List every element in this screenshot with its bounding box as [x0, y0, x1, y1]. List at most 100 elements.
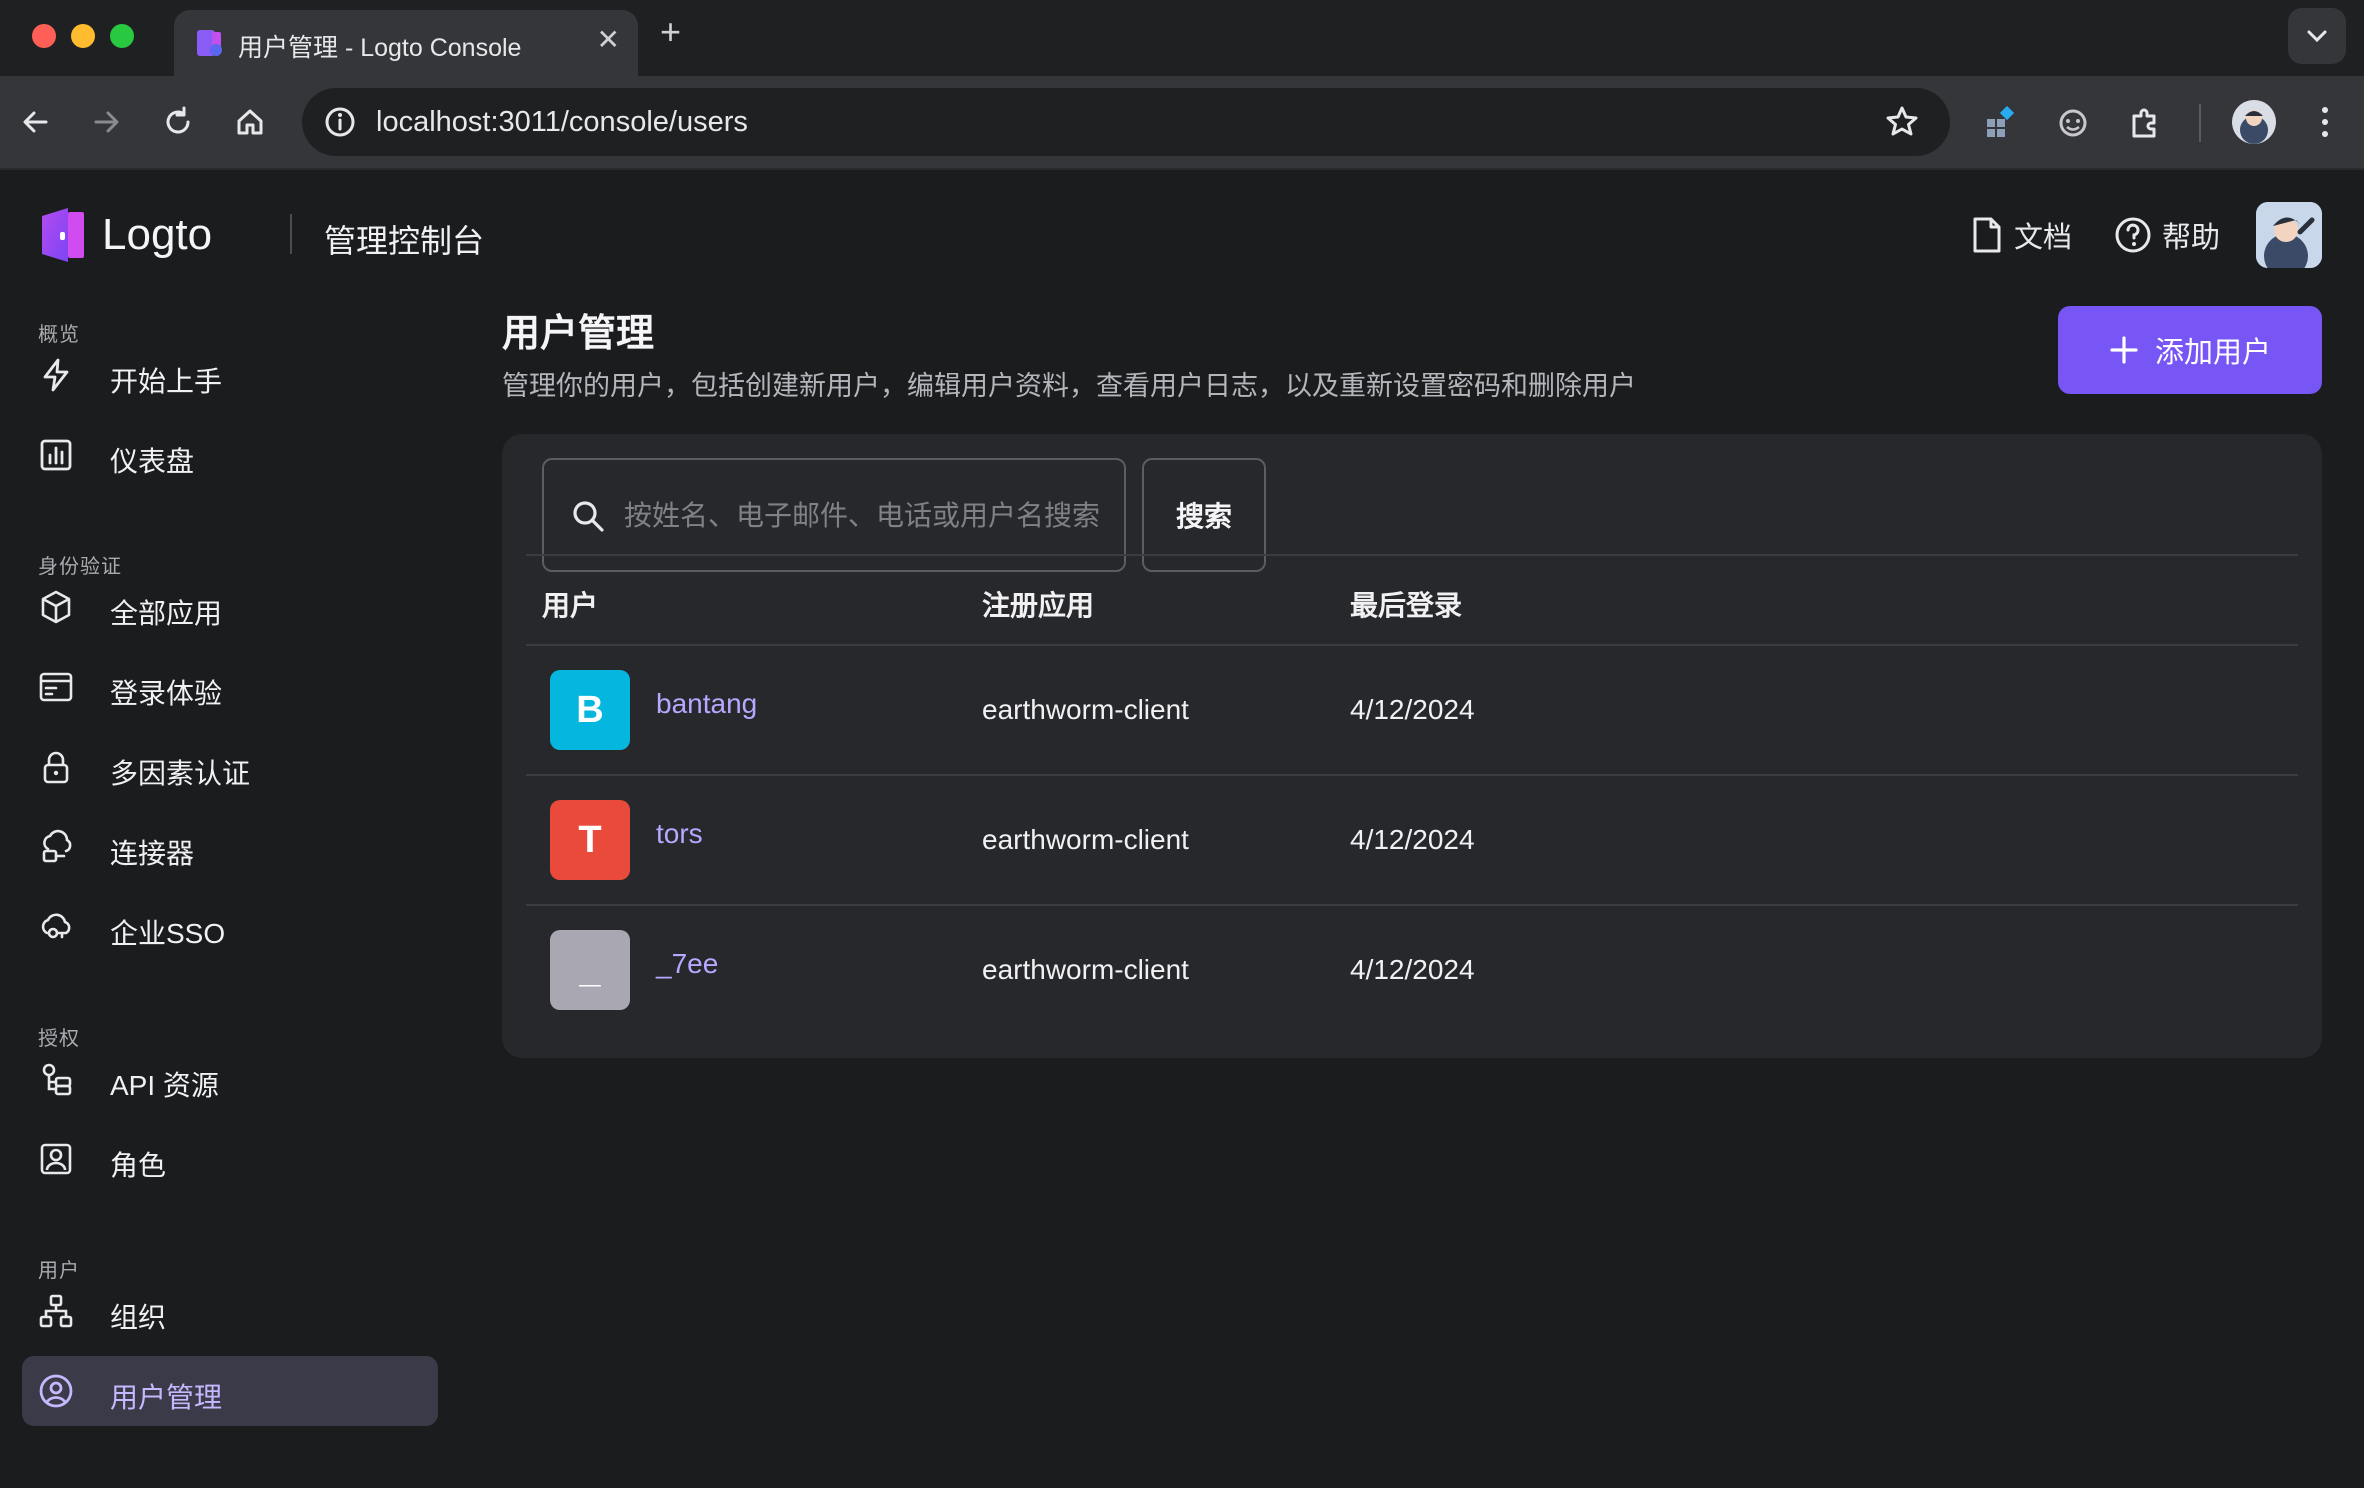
- sidebar-item-label: 全部应用: [110, 598, 223, 629]
- table-header: 用户 注册应用 最后登录: [526, 554, 2298, 646]
- user-app: earthworm-client: [982, 954, 1189, 985]
- user-last-login: 4/12/2024: [1350, 954, 1475, 985]
- sidebar-item-user-management[interactable]: 用户管理: [22, 1356, 438, 1426]
- address-bar[interactable]: localhost:3011/console/users: [302, 88, 1950, 156]
- org-icon: [39, 1294, 73, 1328]
- sidebar-item-label: 开始上手: [110, 366, 223, 397]
- sidebar-item-get-started[interactable]: 开始上手: [22, 340, 438, 410]
- sidebar-item-label: 角色: [110, 1150, 167, 1181]
- more-vertical-icon: [2322, 107, 2328, 137]
- extensions-button[interactable]: [2126, 104, 2164, 142]
- docs-link[interactable]: 文档: [1970, 214, 2072, 256]
- sidebar-item-label: 组织: [110, 1302, 167, 1333]
- sidebar-item-sign-in-experience[interactable]: 登录体验: [22, 652, 438, 722]
- window-close-button[interactable]: [32, 24, 56, 48]
- extension-apps-button[interactable]: [1982, 104, 2020, 142]
- reload-button[interactable]: [158, 102, 198, 142]
- user-app: earthworm-client: [982, 824, 1189, 855]
- user-last-login: 4/12/2024: [1350, 694, 1475, 725]
- tab-close-icon[interactable]: ✕: [597, 26, 620, 54]
- box-icon: [41, 590, 71, 624]
- page-subtitle: 管理你的用户，包括创建新用户，编辑用户资料，查看用户日志，以及重新设置密码和删除…: [502, 371, 1636, 401]
- sidebar-item-label: 企业SSO: [110, 918, 226, 949]
- sidebar-item-dashboard[interactable]: 仪表盘: [22, 420, 438, 490]
- user-initial-avatar: T: [550, 800, 630, 880]
- search-input[interactable]: [624, 490, 1104, 542]
- api-icon: [42, 1063, 72, 1096]
- table-row[interactable]: B bantang earthworm-client 4/12/2024: [526, 646, 2298, 776]
- forward-button[interactable]: [86, 102, 126, 142]
- sidebar-item-enterprise-sso[interactable]: 企业SSO: [22, 892, 438, 962]
- profile-avatar-icon: [2240, 110, 2268, 144]
- logto-logo-icon[interactable]: [38, 206, 88, 264]
- user-last-login: 4/12/2024: [1350, 824, 1475, 855]
- plus-icon: [2110, 336, 2138, 364]
- arrow-left-icon: [23, 111, 48, 133]
- user-avatar-icon: [2256, 202, 2322, 268]
- browser-menu-button[interactable]: [2312, 102, 2338, 142]
- user-name-link[interactable]: bantang: [656, 688, 757, 720]
- table-row[interactable]: T tors earthworm-client 4/12/2024: [526, 776, 2298, 906]
- tab-search-button[interactable]: [2288, 8, 2346, 64]
- toolbar-divider: [2199, 104, 2201, 142]
- help-link[interactable]: 帮助: [2114, 214, 2220, 256]
- browser-profile-avatar[interactable]: [2232, 100, 2276, 144]
- user-avatar[interactable]: [2256, 202, 2322, 268]
- browser-tab[interactable]: 用户管理 - Logto Console ✕: [174, 10, 638, 76]
- add-user-label: 添加用户: [2154, 337, 2271, 369]
- dashboard-icon: [40, 439, 72, 471]
- window-maximize-button[interactable]: [110, 24, 134, 48]
- sidebar-item-label: 多因素认证: [110, 758, 251, 789]
- sidebar-item-label: 连接器: [110, 838, 195, 869]
- back-button[interactable]: [16, 102, 56, 142]
- window-minimize-button[interactable]: [71, 24, 95, 48]
- user-initial-avatar: B: [550, 670, 630, 750]
- column-header-last-login: 最后登录: [1350, 590, 1463, 621]
- docs-label: 文档: [2014, 222, 2073, 254]
- sidebar-item-applications[interactable]: 全部应用: [22, 572, 438, 642]
- reload-icon: [166, 106, 190, 134]
- user-name-link[interactable]: _7ee: [656, 948, 718, 980]
- sidebar-item-label: API 资源: [110, 1070, 219, 1101]
- column-header-app: 注册应用: [982, 590, 1095, 621]
- column-header-user: 用户: [542, 590, 599, 621]
- search-icon: [573, 501, 604, 532]
- sidebar: 概览 开始上手 仪表盘 身份验证 全部应用 登录体验 多因素认证 连接器 企业S…: [0, 300, 460, 1488]
- user-app: earthworm-client: [982, 694, 1189, 725]
- home-icon: [237, 109, 263, 135]
- address-url[interactable]: localhost:3011/console/users: [376, 106, 748, 139]
- console-title: 管理控制台: [324, 223, 485, 259]
- user-initial-avatar: _: [550, 930, 630, 1010]
- sidebar-item-roles[interactable]: 角色: [22, 1124, 438, 1194]
- extension-face-button[interactable]: [2054, 104, 2092, 142]
- grid-extension-icon: [1987, 106, 2015, 137]
- add-user-button[interactable]: 添加用户: [2058, 306, 2322, 394]
- help-label: 帮助: [2162, 222, 2221, 254]
- header-divider: [290, 214, 292, 254]
- bookmark-star-icon[interactable]: [1884, 104, 1920, 140]
- document-icon: [1973, 217, 2001, 253]
- lightning-icon: [43, 358, 69, 392]
- site-info-icon[interactable]: [322, 104, 358, 140]
- face-extension-icon: [2059, 109, 2087, 137]
- puzzle-icon: [2132, 108, 2156, 138]
- chevron-down-icon: [2307, 30, 2327, 43]
- sidebar-item-mfa[interactable]: 多因素认证: [22, 732, 438, 802]
- page-title: 用户管理: [502, 313, 655, 355]
- browser-tab-bar: 用户管理 - Logto Console ✕ +: [0, 0, 2364, 76]
- role-icon: [40, 1143, 72, 1175]
- logto-favicon-icon: [197, 30, 222, 56]
- app-header: Logto 管理控制台 文档 帮助: [0, 170, 2364, 300]
- sidebar-item-organizations[interactable]: 组织: [22, 1276, 438, 1346]
- tab-title: 用户管理 - Logto Console: [238, 34, 522, 62]
- home-button[interactable]: [230, 102, 270, 142]
- sidebar-item-label: 仪表盘: [110, 446, 195, 477]
- new-tab-button[interactable]: +: [660, 14, 681, 50]
- user-name-link[interactable]: tors: [656, 818, 703, 850]
- lock-icon: [43, 751, 69, 784]
- table-row[interactable]: _ _7ee earthworm-client 4/12/2024: [526, 906, 2298, 1036]
- arrow-right-icon: [94, 111, 119, 133]
- users-card: 搜索 用户 注册应用 最后登录 B bantang earthworm-clie…: [502, 434, 2322, 1058]
- sidebar-item-connectors[interactable]: 连接器: [22, 812, 438, 882]
- sidebar-item-api-resources[interactable]: API 资源: [22, 1044, 438, 1114]
